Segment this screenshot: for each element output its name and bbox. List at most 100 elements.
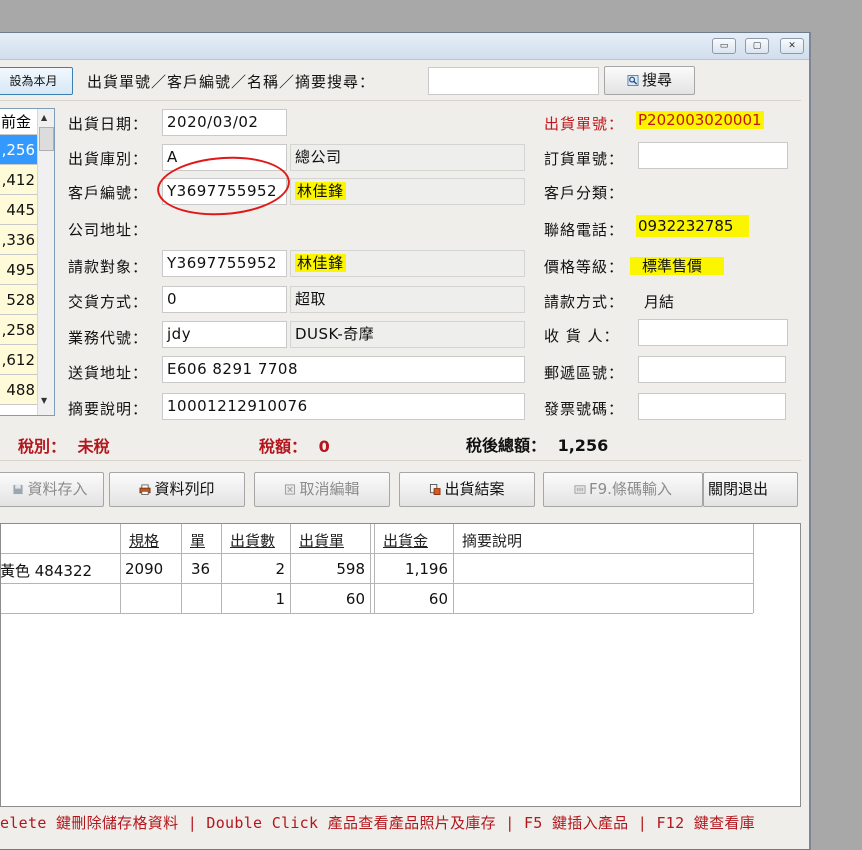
memo-label: 摘要說明： xyxy=(68,400,149,418)
search-button[interactable]: 搜尋 xyxy=(604,66,695,95)
grid-col-line xyxy=(181,524,182,613)
ship-address-field[interactable]: E606 8291 7708 xyxy=(162,356,525,383)
table-cell-unit[interactable]: 36 xyxy=(191,560,210,578)
col-header-memo[interactable]: 摘要說明 xyxy=(462,530,522,551)
purchase-no-label: 訂貨單號： xyxy=(544,150,625,168)
table-cell-amount[interactable]: 1,196 xyxy=(374,560,448,578)
order-list-item[interactable]: 495 xyxy=(0,255,39,285)
save-icon xyxy=(13,484,24,495)
order-list-item[interactable]: 445 xyxy=(0,195,39,225)
col-header-price[interactable]: 出貨單 xyxy=(299,530,344,551)
billing-id-field[interactable]: Y3697755952 xyxy=(162,250,287,277)
col-header-qty[interactable]: 出貨數 xyxy=(230,530,275,551)
table-cell-amount[interactable]: 60 xyxy=(374,590,448,608)
order-no-label: 出貨單號： xyxy=(544,115,625,133)
order-no-highlight: P202003020001 xyxy=(636,111,764,129)
barcode-input-button-label: F9.條碼輸入 xyxy=(589,480,672,498)
close-window-button[interactable]: ✕ xyxy=(780,38,804,54)
grid-col-line xyxy=(753,524,754,613)
phone-label: 聯絡電話： xyxy=(544,221,625,239)
table-cell-name[interactable]: 黃色 484322 xyxy=(1,560,92,581)
order-list-item[interactable]: ,256 xyxy=(0,135,39,165)
grid-col-line xyxy=(120,524,121,613)
billing-target-label: 請款對象： xyxy=(68,258,149,276)
order-list-grid[interactable]: 前金 ,256 ,412 445 ,336 495 528 ,258 ,612 … xyxy=(0,108,55,416)
scroll-thumb[interactable] xyxy=(39,127,54,151)
col-header-amount[interactable]: 出貨金 xyxy=(383,530,428,551)
customer-id-field[interactable]: Y3697755952 xyxy=(162,178,287,205)
phone-highlight: 0932232785 xyxy=(636,215,750,237)
grid-row-line xyxy=(1,613,753,614)
receiver-field[interactable] xyxy=(638,319,788,346)
order-no-value: P202003020001 xyxy=(636,111,764,129)
table-cell-spec[interactable]: 2090 xyxy=(125,560,163,578)
printer-icon xyxy=(139,484,151,495)
maximize-button[interactable]: ▢ xyxy=(745,38,769,54)
minimize-button[interactable]: ▭ xyxy=(712,38,736,54)
exit-button[interactable]: 關閉退出 xyxy=(703,472,798,507)
memo-field[interactable]: 10001212910076 xyxy=(162,393,525,420)
table-cell-price[interactable]: 598 xyxy=(290,560,365,578)
order-list-header: 前金 xyxy=(0,109,39,135)
total-value: 1,256 xyxy=(557,436,609,455)
payment-method-value: 月結 xyxy=(644,293,675,311)
cancel-edit-button-label: 取消編輯 xyxy=(299,480,360,498)
delivery-name-field: 超取 xyxy=(290,286,525,313)
table-cell-qty[interactable]: 1 xyxy=(221,590,285,608)
cancel-edit-button[interactable]: 取消編輯 xyxy=(254,472,390,507)
search-input[interactable] xyxy=(428,67,599,95)
order-list-item[interactable]: ,612 xyxy=(0,345,39,375)
col-header-spec[interactable]: 規格 xyxy=(129,530,159,551)
tax-amount-value: 0 xyxy=(318,437,330,456)
total-label: 稅後總額： xyxy=(466,436,547,455)
delivery-code-field[interactable]: 0 xyxy=(162,286,287,313)
close-order-button[interactable]: 出貨結案 xyxy=(399,472,535,507)
tax-amount: 稅額： 0 xyxy=(259,433,330,457)
grid-col-line xyxy=(453,524,454,613)
save-button[interactable]: 資料存入 xyxy=(0,472,104,507)
billing-name-highlight: 林佳鋒 xyxy=(295,254,346,272)
product-grid[interactable]: 規格 單 出貨數 出貨單 出貨金 摘要說明 黃色 484322 2090 36 … xyxy=(0,523,801,807)
sales-code-label: 業務代號： xyxy=(68,329,149,347)
warehouse-name-field: 總公司 xyxy=(290,144,525,171)
order-list-scrollbar[interactable]: ▲ ▼ xyxy=(37,109,54,415)
order-list-item[interactable]: ,258 xyxy=(0,315,39,345)
receiver-label: 收 貨 人： xyxy=(544,327,620,345)
invoice-no-field[interactable] xyxy=(638,393,786,420)
print-button[interactable]: 資料列印 xyxy=(109,472,245,507)
scroll-up-icon[interactable]: ▲ xyxy=(41,113,47,122)
set-this-month-button[interactable]: 設為本月 xyxy=(0,67,73,95)
order-list-item[interactable]: 488 xyxy=(0,375,39,405)
warehouse-label: 出貨庫別： xyxy=(68,150,149,168)
search-button-label: 搜尋 xyxy=(641,71,672,89)
grid-row-line xyxy=(1,583,753,584)
scroll-down-icon[interactable]: ▼ xyxy=(41,396,47,405)
tax-type: 稅別： 未稅 xyxy=(18,433,110,457)
postal-code-field[interactable] xyxy=(638,356,786,383)
close-order-icon xyxy=(430,484,441,495)
tax-amount-label: 稅額： xyxy=(259,437,308,456)
order-list-item[interactable]: ,336 xyxy=(0,225,39,255)
barcode-input-button[interactable]: F9.條碼輸入 xyxy=(543,472,703,507)
barcode-icon xyxy=(574,485,586,494)
purchase-no-field[interactable] xyxy=(638,142,788,169)
order-list-item[interactable]: ,412 xyxy=(0,165,39,195)
col-header-unit[interactable]: 單 xyxy=(190,530,205,551)
save-button-label: 資料存入 xyxy=(27,480,88,498)
cancel-edit-icon xyxy=(285,484,296,495)
sales-code-field[interactable]: jdy xyxy=(162,321,287,348)
warehouse-code-field[interactable]: A xyxy=(162,144,287,171)
price-level-value: 標準售價 xyxy=(630,255,725,276)
delivery-method-label: 交貨方式： xyxy=(68,293,149,311)
tax-type-label: 稅別： xyxy=(18,437,67,456)
table-cell-price[interactable]: 60 xyxy=(290,590,365,608)
status-bar-hints: elete 鍵刪除儲存格資料 | Double Click 產品查看產品照片及庫… xyxy=(0,814,755,832)
company-address-label: 公司地址： xyxy=(68,221,149,239)
tax-type-value: 未稅 xyxy=(77,437,110,456)
ship-date-field[interactable]: 2020/03/02 xyxy=(162,109,287,136)
order-list-item[interactable]: 528 xyxy=(0,285,39,315)
table-cell-qty[interactable]: 2 xyxy=(221,560,285,578)
invoice-no-label: 發票號碼： xyxy=(544,400,625,418)
search-icon xyxy=(627,75,639,86)
toolbar-divider xyxy=(0,100,801,101)
